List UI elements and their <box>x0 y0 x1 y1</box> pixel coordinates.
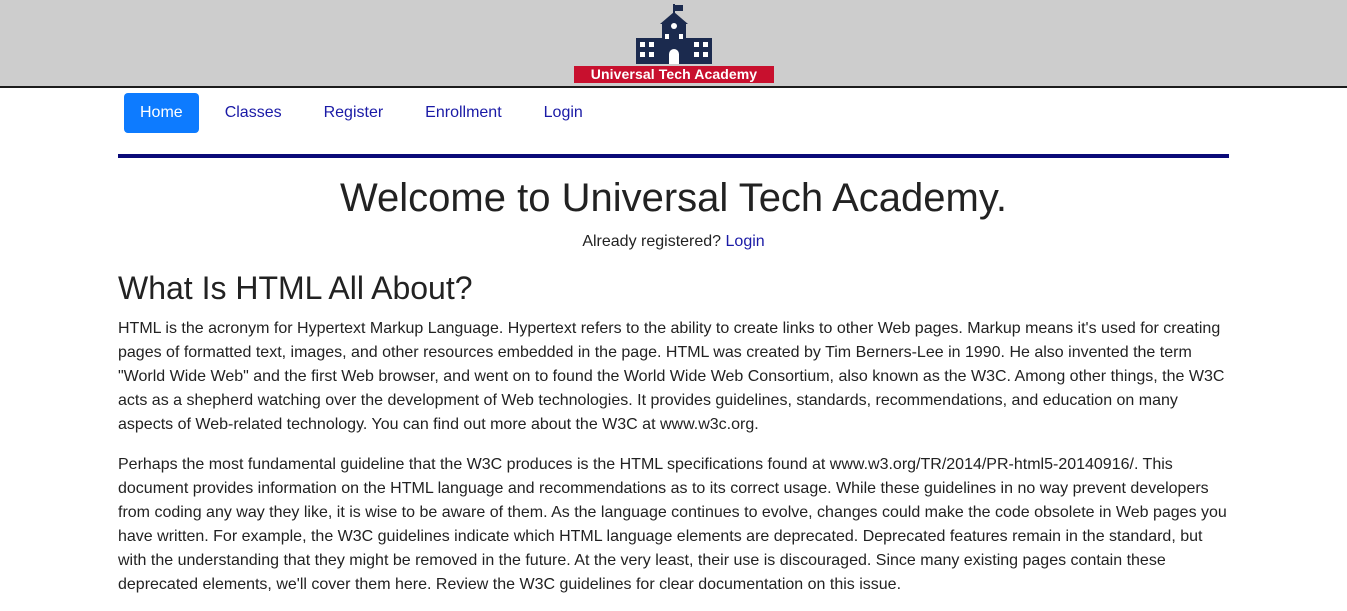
brand-name: Universal Tech Academy <box>574 66 774 83</box>
divider <box>118 154 1229 158</box>
nav-item-register[interactable]: Register <box>308 93 400 133</box>
already-registered-line: Already registered? Login <box>118 232 1229 252</box>
site-logo[interactable]: Universal Tech Academy <box>574 4 774 83</box>
paragraph-w3c-guidelines: Perhaps the most fundamental guideline t… <box>118 456 1227 593</box>
main-nav: Home Classes Register Enrollment Login <box>124 93 609 133</box>
section-heading: What Is HTML All About? <box>118 270 473 306</box>
already-registered-text: Already registered? <box>582 233 722 250</box>
login-link[interactable]: Login <box>726 233 765 250</box>
page-title: Welcome to Universal Tech Academy. <box>340 176 1007 220</box>
paragraph-html-intro: HTML is the acronym for Hypertext Markup… <box>118 320 1225 433</box>
nav-item-home[interactable]: Home <box>124 93 199 133</box>
site-header: Universal Tech Academy <box>0 0 1347 88</box>
nav-item-enrollment[interactable]: Enrollment <box>409 93 517 133</box>
school-building-icon <box>636 4 712 64</box>
nav-item-classes[interactable]: Classes <box>209 93 298 133</box>
nav-item-login[interactable]: Login <box>528 93 599 133</box>
